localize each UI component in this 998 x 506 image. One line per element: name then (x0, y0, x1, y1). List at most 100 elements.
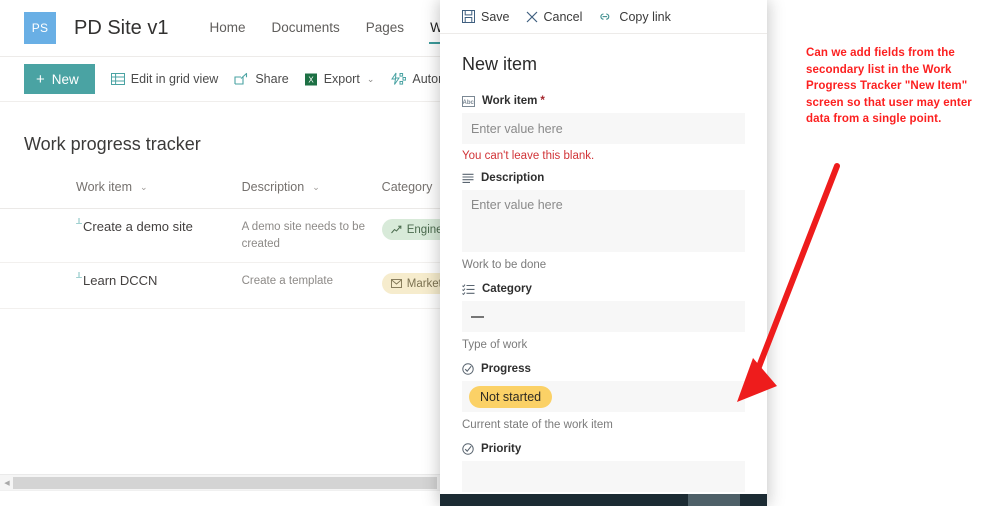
command-bar-divider (0, 101, 500, 102)
cell-work-item-text: Create a demo site (83, 219, 193, 234)
command-bar: + New Edit in grid view Share X Export ⌄… (0, 57, 500, 101)
copy-link-label: Copy link (619, 9, 671, 24)
new-button-label: New (51, 71, 79, 87)
panel-command-bar: Save Cancel Copy link (440, 0, 767, 34)
field-category-label: Category (462, 283, 745, 295)
field-progress: Progress Not started Current state of th… (462, 363, 745, 431)
category-select[interactable] (462, 301, 745, 332)
site-logo[interactable]: PS (24, 12, 56, 44)
shared-item-icon: ⟂ (76, 216, 83, 226)
cancel-button[interactable]: Cancel (526, 9, 583, 24)
cell-work-item-text: Learn DCCN (83, 273, 158, 289)
chevron-down-icon: ⌄ (366, 73, 375, 84)
shared-item-icon: ⟂ (76, 270, 83, 281)
panel-scrollbar-thumb[interactable] (688, 494, 740, 506)
site-logo-text: PS (31, 21, 49, 35)
category-empty-value (471, 315, 484, 318)
save-label: Save (481, 9, 510, 24)
description-input[interactable]: Enter value here (462, 190, 745, 252)
field-description-text: Description (481, 172, 545, 184)
field-priority-text: Priority (481, 443, 522, 455)
choice-list-icon (462, 283, 475, 295)
column-header-work-item[interactable]: Work item ⌄ (76, 180, 242, 194)
share-label: Share (255, 72, 289, 86)
automate-icon (390, 72, 407, 86)
export-button[interactable]: X Export ⌄ (304, 72, 375, 86)
panel-body: New item Abc Work item * Enter value her… (440, 54, 767, 492)
multiline-text-icon (462, 173, 474, 184)
list-title: Work progress tracker (24, 134, 201, 154)
progress-select[interactable]: Not started (462, 381, 745, 412)
table-row[interactable]: ⟂ Learn DCCN Create a template Marketing (0, 263, 500, 310)
trending-up-icon (390, 225, 402, 235)
copy-link-button[interactable]: Copy link (598, 9, 671, 24)
cancel-label: Cancel (543, 9, 583, 24)
edit-in-grid-view-label: Edit in grid view (130, 72, 219, 86)
column-header-description-label: Description (241, 180, 305, 194)
new-button[interactable]: + New (24, 64, 95, 94)
column-header-category-label: Category (381, 180, 433, 194)
priority-select[interactable] (462, 461, 745, 492)
field-description: Description Enter value here Work to be … (462, 172, 745, 271)
nav-item-home[interactable]: Home (196, 0, 258, 56)
required-asterisk: * (540, 95, 545, 107)
field-description-label: Description (462, 172, 745, 184)
edit-in-grid-view-button[interactable]: Edit in grid view (110, 72, 219, 86)
choice-circle-icon (462, 443, 474, 455)
field-priority-label: Priority (462, 443, 745, 455)
field-priority: Priority (462, 443, 745, 492)
excel-icon: X (304, 73, 318, 86)
description-help-text: Work to be done (462, 259, 547, 271)
work-item-placeholder: Enter value here (471, 121, 563, 136)
save-button[interactable]: Save (462, 10, 510, 24)
table-header-row: Work item ⌄ Description ⌄ Category ⌄ (0, 180, 500, 209)
chevron-down-icon: ⌄ (312, 181, 320, 192)
share-icon (234, 72, 249, 86)
progress-value-pill: Not started (469, 385, 553, 408)
work-item-input[interactable]: Enter value here (462, 113, 745, 144)
cell-work-item: ⟂ Learn DCCN (76, 270, 242, 289)
nav-item-pages[interactable]: Pages (353, 0, 417, 56)
background-horizontal-scrollbar[interactable]: ◀ (0, 474, 500, 490)
link-icon (598, 11, 613, 23)
background-bottom-strip (0, 490, 500, 506)
table-row[interactable]: ⟂ Create a demo site A demo site needs t… (0, 209, 500, 264)
sharepoint-site-background: PS PD Site v1 Home Documents Pages Work … (0, 0, 500, 506)
nav-item-documents[interactable]: Documents (259, 0, 353, 56)
field-work-item: Abc Work item * Enter value here You can… (462, 95, 745, 162)
new-item-panel: Save Cancel Copy link New item Abc Work … (440, 0, 767, 506)
cell-work-item: ⟂ Create a demo site (76, 216, 242, 234)
choice-circle-icon (462, 363, 474, 375)
field-progress-label: Progress (462, 363, 745, 375)
scrollbar-thumb[interactable] (13, 477, 437, 489)
plus-icon: + (36, 70, 45, 88)
field-work-item-text: Work item (482, 95, 538, 107)
svg-text:X: X (308, 75, 314, 84)
description-placeholder: Enter value here (471, 198, 563, 212)
save-icon (462, 10, 475, 23)
site-title: PD Site v1 (74, 16, 169, 39)
column-header-description[interactable]: Description ⌄ (242, 180, 382, 194)
field-progress-text: Progress (481, 363, 531, 375)
envelope-icon (390, 279, 402, 289)
cell-description: A demo site needs to be created (241, 221, 365, 250)
grid-icon (110, 72, 125, 86)
abc-text-icon: Abc (462, 95, 475, 107)
scroll-left-arrow-icon[interactable]: ◀ (0, 479, 14, 487)
svg-text:Abc: Abc (463, 100, 475, 106)
work-item-error-message: You can't leave this blank. (462, 150, 595, 162)
chevron-down-icon: ⌄ (140, 181, 148, 192)
cell-description: Create a template (241, 275, 333, 288)
panel-horizontal-scrollbar[interactable] (440, 494, 767, 506)
column-header-work-item-label: Work item (76, 180, 133, 194)
field-work-item-label: Abc Work item * (462, 95, 745, 107)
progress-help-text: Current state of the work item (462, 419, 613, 431)
field-category: Category Type of work (462, 283, 745, 351)
close-icon (526, 11, 538, 23)
annotation-text: Can we add fields from the secondary lis… (806, 47, 972, 126)
work-progress-table: Work item ⌄ Description ⌄ Category ⌄ ⟂ C… (0, 180, 500, 310)
site-header: PS PD Site v1 Home Documents Pages Work … (0, 0, 500, 56)
panel-title: New item (462, 54, 538, 74)
share-button[interactable]: Share (234, 72, 289, 86)
field-category-text: Category (482, 283, 532, 295)
